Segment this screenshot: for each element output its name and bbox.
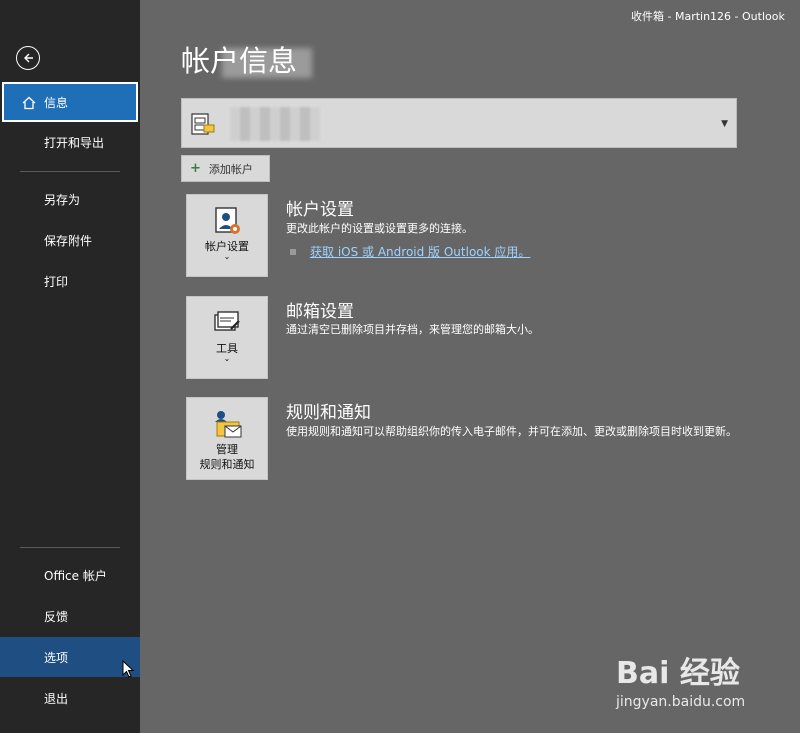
nav-item-save-as[interactable]: 另存为 <box>0 179 140 219</box>
section-heading: 规则和通知 <box>286 403 371 423</box>
nav-item-open-export[interactable]: 打开和导出 <box>0 122 140 162</box>
nav-item-office-account[interactable]: Office 帐户 <box>0 555 140 595</box>
nav-item-exit[interactable]: 退出 <box>0 678 140 718</box>
nav-item-label: 另存为 <box>44 192 81 207</box>
chevron-down-icon: ⌄ <box>223 354 231 363</box>
nav-item-label: 选项 <box>44 650 69 665</box>
bullet-icon <box>290 248 296 255</box>
tile-label: 管理 规则和通知 <box>200 442 255 472</box>
rules-alerts-icon <box>215 411 242 438</box>
account-name-redacted <box>230 107 320 141</box>
home-icon <box>22 96 36 110</box>
nav-item-feedback[interactable]: 反馈 <box>0 596 140 636</box>
nav-item-save-attachments[interactable]: 保存附件 <box>0 220 140 260</box>
account-settings-icon <box>215 207 240 234</box>
baidu-jingyan-watermark: Bai 经验 jingyan.baidu.com <box>616 648 756 718</box>
window-title: 收件箱 - Martin126 - Outlook <box>631 10 785 23</box>
mouse-cursor-icon <box>122 660 134 678</box>
back-arrow-icon[interactable] <box>16 46 40 70</box>
sidebar-divider <box>20 171 120 172</box>
nav-item-label: 打印 <box>44 274 69 289</box>
sidebar-divider <box>20 547 120 548</box>
get-mobile-app-link[interactable]: 获取 iOS 或 Android 版 Outlook 应用。 <box>310 243 530 260</box>
account-selector-dropdown[interactable]: ▼ <box>181 98 737 148</box>
add-account-label: 添加帐户 <box>208 162 253 176</box>
nav-item-print[interactable]: 打印 <box>0 261 140 301</box>
nav-item-info[interactable]: 信息 <box>2 82 138 122</box>
plus-icon: + <box>190 161 201 176</box>
nav-item-label: 打开和导出 <box>44 135 105 150</box>
manage-rules-alerts-tile-button[interactable]: 管理 规则和通知 <box>186 397 268 480</box>
tile-label-line2: 规则和通知 <box>199 458 255 471</box>
nav-item-label: 退出 <box>44 691 69 706</box>
chevron-down-icon: ▼ <box>721 119 728 129</box>
watermark-url: jingyan.baidu.com <box>616 694 746 710</box>
add-account-button[interactable]: + 添加帐户 <box>181 155 270 182</box>
nav-item-label: 反馈 <box>44 609 69 624</box>
redaction-blur <box>222 48 312 78</box>
section-description: 使用规则和通知可以帮助组织你的传入电子邮件，并可在添加、更改或删除项目时收到更新… <box>286 425 737 438</box>
tools-tile-button[interactable]: 工具 ⌄ <box>186 296 268 379</box>
nav-item-label: 信息 <box>44 95 69 110</box>
mailbox-icon <box>191 113 215 135</box>
tile-label-line1: 管理 <box>216 443 238 456</box>
section-description: 更改此帐户的设置或设置更多的连接。 <box>286 222 473 235</box>
section-description: 通过清空已删除项目并存档，来管理您的邮箱大小。 <box>286 323 539 336</box>
section-heading: 邮箱设置 <box>286 302 354 322</box>
nav-item-label: 保存附件 <box>44 233 93 248</box>
watermark-logo: Bai 经验 <box>616 656 740 691</box>
section-heading: 帐户设置 <box>286 200 354 220</box>
get-mobile-app-link-row: 获取 iOS 或 Android 版 Outlook 应用。 <box>290 243 530 260</box>
nav-item-label: Office 帐户 <box>44 568 107 583</box>
backstage-sidebar: 信息 打开和导出 另存为 保存附件 打印 Office 帐户 反馈 选项 退出 <box>0 0 140 733</box>
nav-item-options[interactable]: 选项 <box>0 637 140 677</box>
chevron-down-icon: ⌄ <box>223 252 231 261</box>
tools-icon <box>214 311 240 331</box>
account-settings-tile-button[interactable]: 帐户设置 ⌄ <box>186 194 268 277</box>
